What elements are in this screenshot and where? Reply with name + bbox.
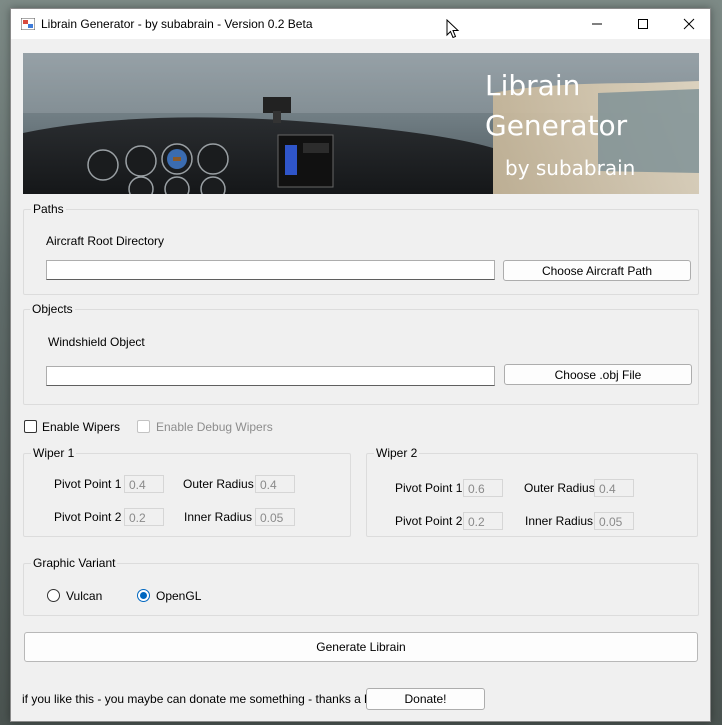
- wiper2-pivot2-label: Pivot Point 2: [395, 514, 463, 528]
- graphic-variant-group: Graphic Variant Vulcan OpenGL: [23, 556, 699, 616]
- wiper2-group: Wiper 2 Pivot Point 1 0.6 Outer Radius 0…: [366, 446, 698, 537]
- windshield-label: Windshield Object: [48, 335, 145, 349]
- wiper1-group: Wiper 1 Pivot Point 1 0.4 Outer Radius 0…: [23, 446, 351, 537]
- app-window: Librain Generator - by subabrain - Versi…: [10, 8, 711, 722]
- wiper2-pivot1-label: Pivot Point 1: [395, 481, 463, 495]
- enable-wipers-checkbox[interactable]: [24, 420, 37, 433]
- wiper2-outer-field[interactable]: 0.4: [594, 479, 634, 497]
- close-icon: [683, 18, 695, 30]
- enable-debug-wipers-label[interactable]: Enable Debug Wipers: [156, 420, 273, 434]
- wiper1-pivot2-field[interactable]: 0.2: [124, 508, 164, 526]
- vulkan-radio[interactable]: [47, 589, 60, 602]
- app-icon: [21, 18, 35, 30]
- close-button[interactable]: [666, 9, 712, 39]
- objects-group: Objects Windshield Object Choose .obj Fi…: [23, 302, 699, 405]
- vulkan-label[interactable]: Vulcan: [66, 589, 102, 603]
- wiper2-legend: Wiper 2: [374, 446, 420, 460]
- aircraft-root-label: Aircraft Root Directory: [46, 234, 165, 248]
- banner-line2: Generator: [485, 109, 628, 142]
- choose-obj-file-button[interactable]: Choose .obj File: [504, 364, 692, 385]
- enable-wipers-label[interactable]: Enable Wipers: [42, 420, 120, 434]
- opengl-radio[interactable]: [137, 589, 150, 602]
- wiper1-pivot1-field[interactable]: 0.4: [124, 475, 164, 493]
- window-title: Librain Generator - by subabrain - Versi…: [41, 17, 313, 31]
- windshield-input[interactable]: [46, 366, 495, 386]
- mouse-cursor-icon: [446, 19, 460, 39]
- choose-aircraft-path-button[interactable]: Choose Aircraft Path: [503, 260, 691, 281]
- opengl-label[interactable]: OpenGL: [156, 589, 201, 603]
- minimize-icon: [592, 23, 602, 25]
- wiper2-pivot1-field[interactable]: 0.6: [463, 479, 503, 497]
- wiper2-inner-field[interactable]: 0.05: [594, 512, 634, 530]
- wiper1-legend: Wiper 1: [31, 446, 77, 460]
- enable-debug-wipers-checkbox[interactable]: [137, 420, 150, 433]
- wiper1-outer-field[interactable]: 0.4: [255, 475, 295, 493]
- banner-line3: by subabrain: [505, 156, 635, 180]
- banner-line1: Librain: [485, 69, 580, 102]
- title-bar[interactable]: Librain Generator - by subabrain - Versi…: [11, 9, 710, 39]
- wiper1-pivot1-label: Pivot Point 1: [54, 477, 122, 491]
- wiper2-pivot2-field[interactable]: 0.2: [463, 512, 503, 530]
- wiper1-inner-label: Inner Radius: [184, 510, 253, 524]
- generate-librain-button[interactable]: Generate Librain: [24, 632, 698, 662]
- donate-button[interactable]: Donate!: [366, 688, 485, 710]
- graphic-variant-legend: Graphic Variant: [31, 556, 118, 570]
- aircraft-root-input[interactable]: [46, 260, 495, 280]
- cockpit-image: Librain Generator by subabrain: [23, 53, 699, 194]
- paths-legend: Paths: [31, 202, 66, 216]
- maximize-icon: [638, 19, 648, 29]
- banner-image: Librain Generator by subabrain: [23, 53, 699, 194]
- minimize-button[interactable]: [574, 9, 620, 39]
- objects-legend: Objects: [30, 302, 75, 316]
- radio-selected-dot: [140, 592, 147, 599]
- wiper1-outer-label: Outer Radius: [183, 477, 254, 491]
- maximize-button[interactable]: [620, 9, 666, 39]
- wiper2-inner-label: Inner Radius: [525, 514, 594, 528]
- wiper1-inner-field[interactable]: 0.05: [255, 508, 295, 526]
- donate-message: if you like this - you maybe can donate …: [22, 692, 381, 706]
- wiper1-pivot2-label: Pivot Point 2: [54, 510, 122, 524]
- paths-group: Paths Aircraft Root Directory Choose Air…: [23, 202, 699, 295]
- wiper2-outer-label: Outer Radius: [524, 481, 595, 495]
